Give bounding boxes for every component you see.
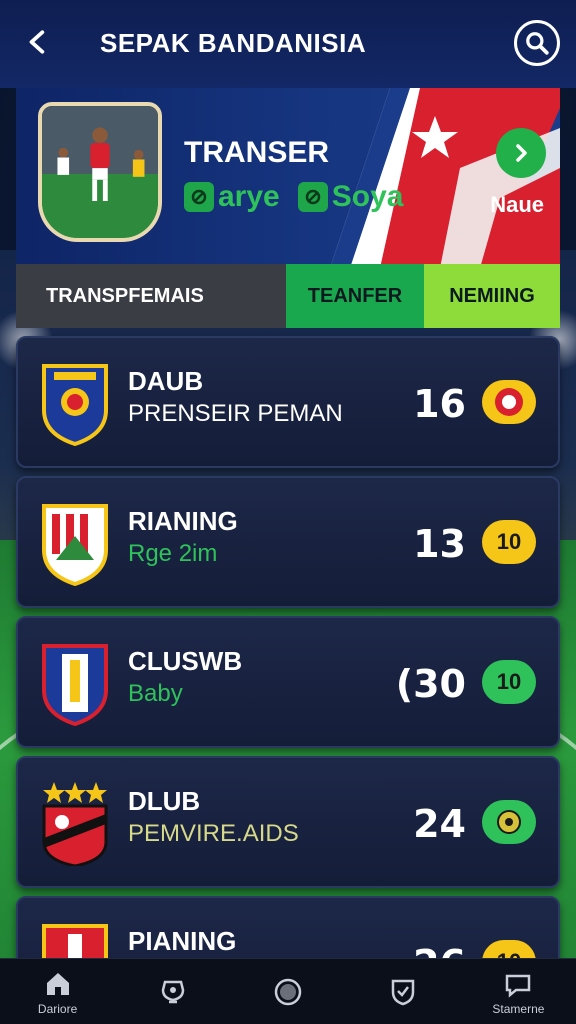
chat-icon — [506, 974, 531, 998]
nav-home[interactable]: Dariore — [0, 959, 115, 1024]
shield-icon — [391, 979, 415, 1005]
club-name: CLUSWB — [128, 646, 243, 676]
status-badge[interactable] — [482, 380, 536, 424]
list-item[interactable]: RIANING Rge 2im 13 10 — [16, 476, 560, 608]
hero-corner-label: Naue — [490, 192, 544, 217]
club-crest-icon — [40, 780, 110, 868]
club-name: DAUB — [128, 366, 204, 396]
club-crest-icon — [40, 500, 110, 587]
nav-cup[interactable] — [115, 959, 230, 1024]
list-item[interactable]: DAUB PRENSEIR PEMAN 16 — [16, 336, 560, 468]
hero-tag-label: arye — [218, 180, 280, 213]
hero-tag[interactable]: Soya — [297, 180, 404, 214]
club-points: 24 — [413, 802, 466, 846]
hero-tag[interactable]: arye — [184, 180, 280, 214]
club-subtitle: Baby — [128, 680, 183, 707]
club-name: DLUB — [128, 786, 201, 816]
home-icon — [46, 972, 69, 995]
club-tag-icon — [297, 182, 328, 212]
hero-title: TRANSER — [184, 136, 330, 169]
tab-teanfer[interactable]: TEANFER — [286, 264, 424, 328]
back-button[interactable] — [18, 22, 58, 62]
app-title: SEPAK BANDANISIA — [100, 28, 367, 58]
player-image — [42, 106, 158, 238]
hero-banner: TRANSER arye Soya Naue — [16, 88, 560, 268]
club-points: 13 — [413, 522, 466, 566]
status-badge[interactable] — [482, 800, 536, 844]
nav-chat[interactable]: Stamerne — [461, 959, 576, 1024]
nav-shield[interactable] — [346, 959, 461, 1024]
search-button[interactable] — [514, 20, 560, 66]
club-points: 16 — [413, 382, 466, 426]
club-subtitle: PRENSEIR PEMAN — [128, 400, 343, 427]
tab-bar: TRANSPFEMAIS TEANFER NEMIING — [16, 264, 560, 328]
hero-tags: arye Soya — [184, 180, 403, 214]
chevron-left-icon — [29, 30, 45, 54]
nav-label: Stamerne — [492, 1001, 545, 1016]
ball-badge-icon — [497, 810, 521, 834]
club-subtitle: PEMVIRE.AIDS — [128, 820, 299, 847]
chevron-right-icon — [516, 144, 527, 162]
status-badge[interactable]: 10 — [482, 520, 536, 564]
flag-stripes-graphic — [330, 88, 560, 268]
tab-nemiing[interactable]: NEMIING — [424, 264, 560, 328]
ball-cup-icon — [161, 980, 185, 1003]
status-badge[interactable]: 10 — [482, 660, 536, 704]
club-crest-icon — [40, 640, 110, 727]
player-photo[interactable] — [38, 102, 162, 242]
club-subtitle: Rge 2im — [128, 540, 218, 567]
list-item[interactable]: CLUSWB Baby (30 10 — [16, 616, 560, 748]
hero-tag-label: Soya — [331, 180, 404, 213]
nav-ball[interactable] — [230, 959, 345, 1024]
next-button[interactable] — [496, 128, 546, 178]
list-item[interactable]: DLUB PEMVIRE.AIDS 24 — [16, 756, 560, 888]
club-crest-icon — [40, 360, 110, 447]
ball-badge-icon — [495, 388, 523, 416]
app-header: SEPAK BANDANISIA — [0, 0, 576, 88]
club-points: (30 — [395, 662, 466, 706]
club-name: RIANING — [128, 506, 238, 536]
tab-transpfemais[interactable]: TRANSPFEMAIS — [16, 264, 286, 328]
club-name: PIANING — [128, 926, 237, 956]
search-icon — [526, 32, 549, 55]
club-tag-icon — [184, 182, 214, 212]
nav-label: Dariore — [37, 1001, 78, 1016]
ball-icon — [274, 978, 302, 1005]
bottom-nav: Dariore Stamerne — [0, 958, 576, 1024]
